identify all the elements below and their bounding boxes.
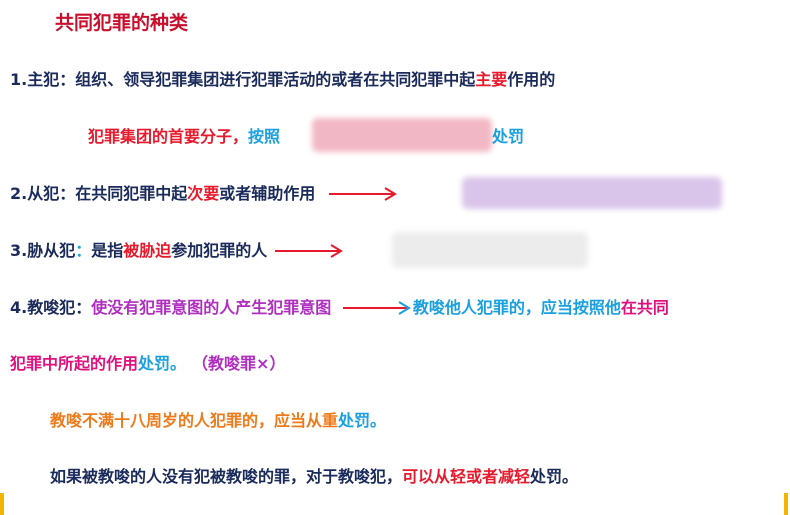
arrow-right-icon: [327, 183, 399, 205]
accessory-highlight: 次要: [187, 184, 220, 203]
item-coerced-offender: 3.胁从犯：是指被胁迫参加犯罪的人: [10, 240, 345, 262]
principal-highlight: 主要: [475, 70, 508, 89]
instigator-crime-note: （教唆罪×）: [200, 354, 286, 373]
instigator-penalty: 教唆他人犯罪的，应当按照他: [412, 298, 621, 317]
arrow-right-icon: [273, 240, 345, 262]
arrow-right-icon: [341, 297, 413, 319]
instigator-label: 4.教唆犯：: [10, 298, 92, 317]
instigator-penalty-role: 在共同: [620, 298, 669, 317]
principal-penalty-end: 处罚: [492, 127, 525, 146]
principal-definition: 1.主犯：组织、领导犯罪集团进行犯罪活动的或者在共同犯罪中起: [10, 70, 476, 89]
principal-penalty-start: 按照: [248, 127, 281, 146]
right-edge-bar: [784, 493, 788, 515]
principal-group-leader: 犯罪集团的首要分子，: [88, 127, 249, 146]
accessory-definition: 2.从犯：在共同犯罪中起: [10, 184, 188, 203]
note-minor-instigation: 教唆不满十八周岁的人犯罪的，应当从重处罚。: [50, 410, 386, 432]
coerced-label: 3.胁从犯: [10, 241, 76, 260]
left-edge-bar: [0, 493, 4, 515]
coerced-highlight: 被胁迫: [123, 241, 172, 260]
redacted-region: [392, 232, 588, 268]
accessory-suffix: 或者辅助作用: [219, 184, 316, 203]
instigator-role-cont: 犯罪中所起的作用: [10, 354, 139, 373]
note-minor-text: 教唆不满十八周岁的人犯罪的，应当从重: [50, 411, 339, 430]
note-failed-text: 如果被教唆的人没有犯被教唆的罪，对于教唆犯，: [50, 467, 403, 486]
principal-suffix: 作用的: [507, 70, 556, 89]
coerced-middle: 是指: [91, 241, 124, 260]
note-minor-penalty: 处罚。: [338, 411, 387, 430]
note-failed-mitigation: 可以从轻或者减轻: [402, 467, 531, 486]
redacted-region: [462, 177, 722, 209]
item-principal-subline: 犯罪集团的首要分子，按照: [88, 126, 280, 148]
redacted-region: [312, 118, 492, 152]
item-accessory-offender: 2.从犯：在共同犯罪中起次要或者辅助作用: [10, 183, 399, 205]
note-failed-instigation: 如果被教唆的人没有犯被教唆的罪，对于教唆犯，可以从轻或者减轻处罚。: [50, 466, 578, 488]
instigator-penalty-end: 处罚。: [138, 354, 187, 373]
page-title: 共同犯罪的种类: [55, 12, 189, 34]
note-failed-penalty: 处罚。: [530, 467, 579, 486]
coerced-colon: ：: [75, 241, 92, 260]
item-instigator-cont: 犯罪中所起的作用处罚。 （教唆罪×）: [10, 353, 285, 375]
item-principal-offender: 1.主犯：组织、领导犯罪集团进行犯罪活动的或者在共同犯罪中起主要作用的: [10, 69, 555, 91]
coerced-suffix: 参加犯罪的人: [171, 241, 268, 260]
item-instigator: 4.教唆犯：使没有犯罪意图的人产生犯罪意图 教唆他人犯罪的，应当按照他在共同: [10, 297, 669, 319]
instigator-definition: 使没有犯罪意图的人产生犯罪意图: [91, 298, 332, 317]
